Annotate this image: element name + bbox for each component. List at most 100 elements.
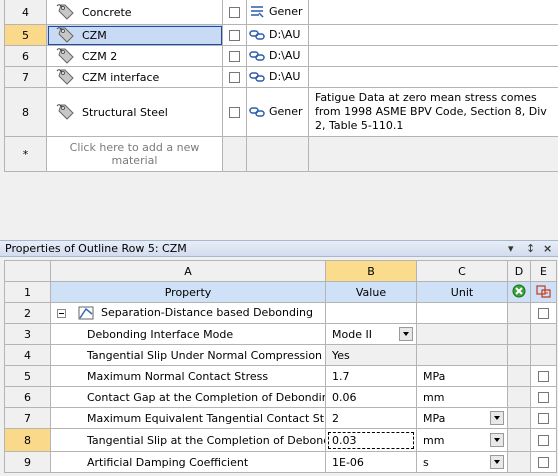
property-row-6[interactable]: 6 Contact Gap at the Completion of Debon… [4, 386, 557, 408]
pane-menu-icon[interactable]: ▾ [508, 242, 514, 255]
value-input[interactable]: 1.7 [325, 365, 417, 387]
properties-title-bar: Properties of Outline Row 5: CZM ▾ ↕ × [0, 240, 558, 257]
value-input[interactable]: 0.06 [325, 386, 417, 408]
outline-row-8[interactable]: 8 Structural Steel Gener Fatigue Data at… [4, 87, 558, 137]
row-checkbox[interactable] [229, 72, 240, 83]
material-tag-icon [56, 27, 74, 43]
unit-dropdown-cell[interactable]: mm [416, 428, 508, 452]
empty-cell [530, 344, 557, 366]
value-edit-box[interactable]: 0.03 [328, 431, 414, 449]
source-text: Gener [269, 105, 303, 118]
row-checkbox-cell[interactable] [222, 0, 247, 25]
unit-cell [416, 323, 508, 345]
value-input[interactable]: 1E-06 [325, 451, 417, 473]
parameter-header[interactable] [530, 281, 557, 303]
material-name-cell[interactable]: CZM interface [46, 66, 223, 88]
row-checkbox-cell[interactable] [222, 66, 247, 88]
group-label: Separation-Distance based Debonding [101, 306, 313, 319]
empty-cell [507, 407, 531, 429]
row-number: 6 [4, 386, 51, 408]
parameter-checkbox[interactable] [538, 371, 549, 382]
property-row-7[interactable]: 7 Maximum Equivalent Tangential Contact … [4, 407, 557, 429]
row-checkbox-cell[interactable] [222, 87, 247, 137]
pin-icon[interactable]: ↕ [526, 242, 535, 255]
column-b-header[interactable]: B [325, 260, 417, 282]
empty-cell [507, 344, 531, 366]
material-name-cell[interactable]: Concrete [46, 0, 223, 25]
parameter-checkbox-cell[interactable] [530, 428, 557, 452]
empty-cell [530, 323, 557, 345]
row-number: 7 [4, 407, 51, 429]
parameter-icon [535, 284, 551, 298]
outline-add-row[interactable]: * Click here to add a new material [4, 136, 558, 172]
material-name-cell[interactable]: CZM [46, 24, 223, 46]
parameter-checkbox-cell[interactable] [530, 407, 557, 429]
column-c-header[interactable]: C [416, 260, 508, 282]
add-material-cell[interactable]: Click here to add a new material [46, 136, 223, 172]
chevron-down-icon[interactable] [490, 455, 504, 469]
row-number: 9 [4, 451, 51, 473]
material-tag-icon [56, 104, 74, 120]
outline-row-5[interactable]: 5 CZM D:\AU [4, 24, 558, 46]
material-name: Concrete [82, 5, 132, 19]
material-name: CZM [82, 28, 107, 42]
row-number: 7 [4, 66, 47, 88]
suppress-x-icon [512, 284, 526, 297]
row-number: 3 [4, 323, 51, 345]
chevron-down-icon[interactable] [399, 327, 413, 341]
chevron-down-icon[interactable] [490, 411, 504, 425]
row-checkbox-cell[interactable] [222, 24, 247, 46]
property-row-9[interactable]: 9 Artificial Damping Coefficient 1E-06 s [4, 451, 557, 473]
unit-text: mm [423, 433, 445, 447]
general-library-icon [249, 107, 265, 117]
parameter-checkbox[interactable] [538, 457, 549, 468]
material-name-cell[interactable]: Structural Steel [46, 87, 223, 137]
description [308, 45, 558, 67]
row-checkbox-cell[interactable] [222, 45, 247, 67]
parameter-checkbox[interactable] [538, 392, 549, 403]
row-checkbox[interactable] [229, 107, 240, 118]
material-name: CZM interface [82, 70, 160, 84]
suppress-header[interactable] [507, 281, 531, 303]
outline-row-7[interactable]: 7 CZM interface D:\AU [4, 66, 558, 88]
parameter-checkbox-cell[interactable] [530, 386, 557, 408]
group-cell: Separation-Distance based Debonding [50, 302, 326, 324]
value-input[interactable]: 2 [325, 407, 417, 429]
unit-text: MPa [423, 411, 446, 425]
close-icon[interactable]: × [543, 242, 552, 255]
unit-dropdown-cell[interactable]: s [416, 451, 508, 473]
property-name: Artificial Damping Coefficient [50, 451, 326, 473]
value-dropdown-cell[interactable]: Mode II [325, 323, 417, 345]
parameter-checkbox[interactable] [538, 413, 549, 424]
property-name: Maximum Equivalent Tangential Contact St… [50, 407, 326, 429]
unit-dropdown-cell[interactable]: MPa [416, 407, 508, 429]
column-a-header[interactable]: A [50, 260, 326, 282]
property-row-4[interactable]: 4 Tangential Slip Under Normal Compressi… [4, 344, 557, 366]
parameter-checkbox-cell[interactable] [530, 451, 557, 473]
parameter-checkbox-cell[interactable] [530, 365, 557, 387]
chevron-down-icon[interactable] [490, 433, 504, 447]
source-text: Gener [269, 5, 303, 18]
property-row-5[interactable]: 5 Maximum Normal Contact Stress 1.7 MPa [4, 365, 557, 387]
source-text: D:\AU [269, 28, 301, 41]
outline-row-4[interactable]: 4 Concrete Gener [4, 0, 558, 25]
value-input[interactable]: 0.03 [325, 428, 417, 452]
row-number: * [4, 136, 47, 172]
group-checkbox-cell[interactable] [530, 302, 557, 324]
description [308, 0, 558, 25]
column-e-header[interactable]: E [530, 260, 557, 282]
collapse-icon[interactable] [57, 308, 66, 318]
parameter-checkbox[interactable] [538, 435, 549, 446]
row-number: 4 [4, 0, 47, 25]
material-tag-icon [56, 4, 74, 20]
parameter-checkbox[interactable] [538, 308, 549, 319]
material-name-cell[interactable]: CZM 2 [46, 45, 223, 67]
group-row[interactable]: 2 Separation-Distance based Debonding [4, 302, 557, 324]
property-row-8[interactable]: 8 Tangential Slip at the Completion of D… [4, 428, 557, 452]
row-checkbox[interactable] [229, 7, 240, 18]
row-checkbox[interactable] [229, 51, 240, 62]
outline-row-6[interactable]: 6 CZM 2 D:\AU [4, 45, 558, 67]
row-checkbox[interactable] [229, 30, 240, 41]
column-d-header[interactable]: D [507, 260, 531, 282]
property-row-3[interactable]: 3 Debonding Interface Mode Mode II [4, 323, 557, 345]
